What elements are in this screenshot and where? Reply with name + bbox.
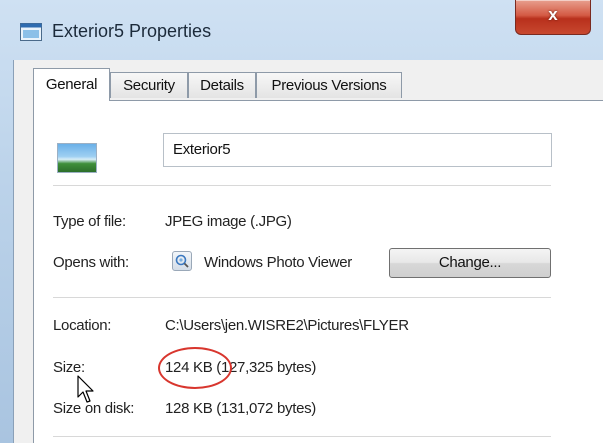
photo-viewer-icon [172,251,192,271]
jpeg-thumbnail-icon [57,143,97,173]
tab-details[interactable]: Details [188,72,256,98]
opens-with-value: Windows Photo Viewer [204,254,352,271]
separator [53,297,551,298]
window-title: Exterior5 Properties [52,21,212,41]
opens-with-label: Opens with: [53,254,129,271]
annotation-circle [158,347,232,389]
change-button[interactable]: Change... [389,248,551,278]
file-name-field[interactable]: Exterior5 [163,133,552,167]
size-on-disk-value: 128 KB (131,072 bytes) [165,400,317,417]
separator [53,436,551,437]
title-bar[interactable]: Exterior5 Properties [0,0,603,64]
type-of-file-label: Type of file: [53,213,126,230]
mouse-pointer-icon [77,375,94,403]
tab-security[interactable]: Security [110,72,188,98]
photo-viewer-glyph [175,254,189,268]
separator [53,185,551,186]
properties-window-icon [20,23,42,41]
location-label: Location: [53,317,112,334]
size-label: Size: [53,359,85,376]
properties-window: Exterior5 Properties x General Security … [0,0,603,443]
location-value: C:\Users\jen.WISRE2\Pictures\FLYER [165,317,409,334]
type-of-file-value: JPEG image (.JPG) [165,213,292,230]
tab-general[interactable]: General [33,68,110,101]
close-button[interactable]: x [515,0,591,35]
tab-previous-versions[interactable]: Previous Versions [256,72,402,98]
close-icon: x [548,5,558,24]
